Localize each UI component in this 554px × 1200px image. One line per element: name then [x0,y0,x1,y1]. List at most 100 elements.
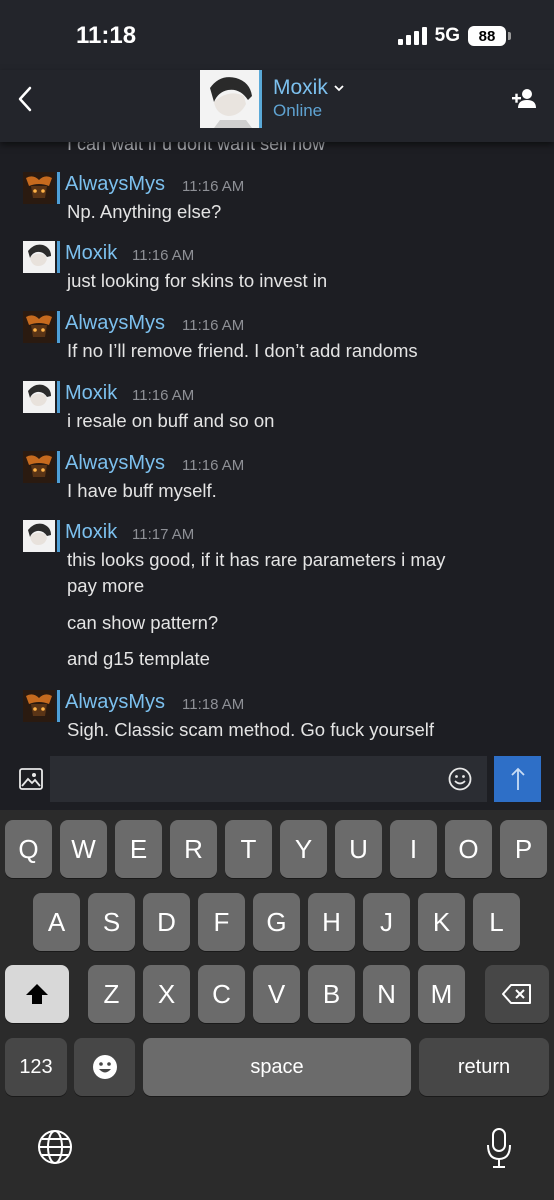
signal-icon [397,27,427,45]
sender-avatar[interactable] [23,241,55,273]
key-g[interactable]: G [253,893,300,951]
key-o[interactable]: O [445,820,492,878]
message-timestamp: 11:16 AM [182,317,245,334]
emoji-key[interactable] [74,1038,135,1096]
key-i[interactable]: I [390,820,437,878]
backspace-key[interactable] [485,965,549,1023]
sender-name[interactable]: Moxik [65,521,117,544]
key-m[interactable]: M [418,965,465,1023]
emoji-button[interactable] [447,766,473,792]
battery-icon: 88 [468,26,511,46]
key-c[interactable]: C [198,965,245,1023]
back-button[interactable] [10,84,40,114]
key-y[interactable]: Y [280,820,327,878]
message-line: just looking for skins to invest in [67,270,328,291]
sender-avatar[interactable] [23,381,55,413]
key-a[interactable]: A [33,893,80,951]
key-w[interactable]: W [60,820,107,878]
sender-avatar[interactable] [23,690,55,722]
message-line: pay more [67,575,145,596]
image-icon [19,768,43,790]
numbers-key[interactable]: 123 [5,1038,67,1096]
return-key[interactable]: return [419,1038,549,1096]
add-friend-button[interactable] [510,84,540,114]
shift-icon [26,984,48,1004]
key-n[interactable]: N [363,965,410,1023]
message-input[interactable] [50,756,487,802]
key-d[interactable]: D [143,893,190,951]
message-timestamp: 11:18 AM [182,696,245,713]
key-z[interactable]: Z [88,965,135,1023]
network-label: 5G [434,25,460,46]
status-bar: 11:18 5G 88 [0,0,554,70]
status-time: 11:18 [76,22,137,49]
smiley-icon [448,767,472,791]
sender-name[interactable]: AlwaysMys [65,173,165,196]
sender-avatar[interactable] [23,311,55,343]
key-r[interactable]: R [170,820,217,878]
contact-name: Moxik [273,76,328,99]
status-indicators: 5G 88 [397,25,511,47]
message-list[interactable]: I can wait if u dont want sell now Alway… [0,142,554,754]
contact-name-row[interactable]: Moxik [273,76,344,100]
composer [0,754,554,810]
image-attach-button[interactable] [18,766,44,792]
message-line: Np. Anything else? [67,201,222,222]
arrow-up-icon [510,767,525,790]
message-timestamp: 11:17 AM [132,526,195,543]
key-f[interactable]: F [198,893,245,951]
key-v[interactable]: V [253,965,300,1023]
message-timestamp: 11:16 AM [182,457,245,474]
message-timestamp: 11:16 AM [132,247,195,264]
smiley-icon [92,1055,117,1079]
key-t[interactable]: T [225,820,272,878]
key-h[interactable]: H [308,893,355,951]
key-b[interactable]: B [308,965,355,1023]
sender-status-bar [57,172,60,204]
message-line: and g15 template [67,648,210,669]
sender-status-bar [57,520,60,552]
message-line: Sigh. Classic scam method. Go fuck yours… [67,719,435,740]
message-timestamp: 11:16 AM [132,387,195,404]
chat-header: Moxik Online [0,70,554,142]
battery-level: 88 [478,27,496,45]
key-p[interactable]: P [500,820,547,878]
sender-avatar[interactable] [23,172,55,204]
chevron-down-icon [334,85,344,92]
sender-name[interactable]: AlwaysMys [65,452,165,475]
sender-avatar[interactable] [23,520,55,552]
globe-icon [38,1130,72,1164]
key-u[interactable]: U [335,820,382,878]
key-q[interactable]: Q [5,820,52,878]
message-line: i resale on buff and so on [67,410,275,431]
key-l[interactable]: L [473,893,520,951]
shift-key[interactable] [5,965,69,1023]
key-x[interactable]: X [143,965,190,1023]
sender-name[interactable]: AlwaysMys [65,312,165,335]
sender-name[interactable]: Moxik [65,382,117,405]
contact-avatar[interactable] [200,70,262,128]
key-s[interactable]: S [88,893,135,951]
key-k[interactable]: K [418,893,465,951]
message-line: I can wait if u dont want sell now [67,142,326,154]
backspace-icon [502,984,531,1004]
message-line: this looks good, if it has rare paramete… [67,549,446,570]
sender-name[interactable]: Moxik [65,242,117,265]
dictation-key[interactable] [484,1126,514,1170]
message-line: If no I’ll remove friend. I don’t add ra… [67,340,418,361]
sender-name[interactable]: AlwaysMys [65,691,165,714]
key-j[interactable]: J [363,893,410,951]
globe-key[interactable] [36,1128,76,1168]
send-button[interactable] [494,756,541,802]
contact-status: Online [273,101,323,120]
sender-status-bar [57,311,60,343]
sender-status-bar [57,690,60,722]
sender-avatar[interactable] [23,451,55,483]
key-e[interactable]: E [115,820,162,878]
sender-status-bar [57,241,60,273]
message-timestamp: 11:16 AM [182,178,245,195]
space-key[interactable]: space [143,1038,411,1096]
message-line: can show pattern? [67,612,219,633]
chevron-left-icon [18,86,32,112]
add-friend-icon [512,89,536,108]
